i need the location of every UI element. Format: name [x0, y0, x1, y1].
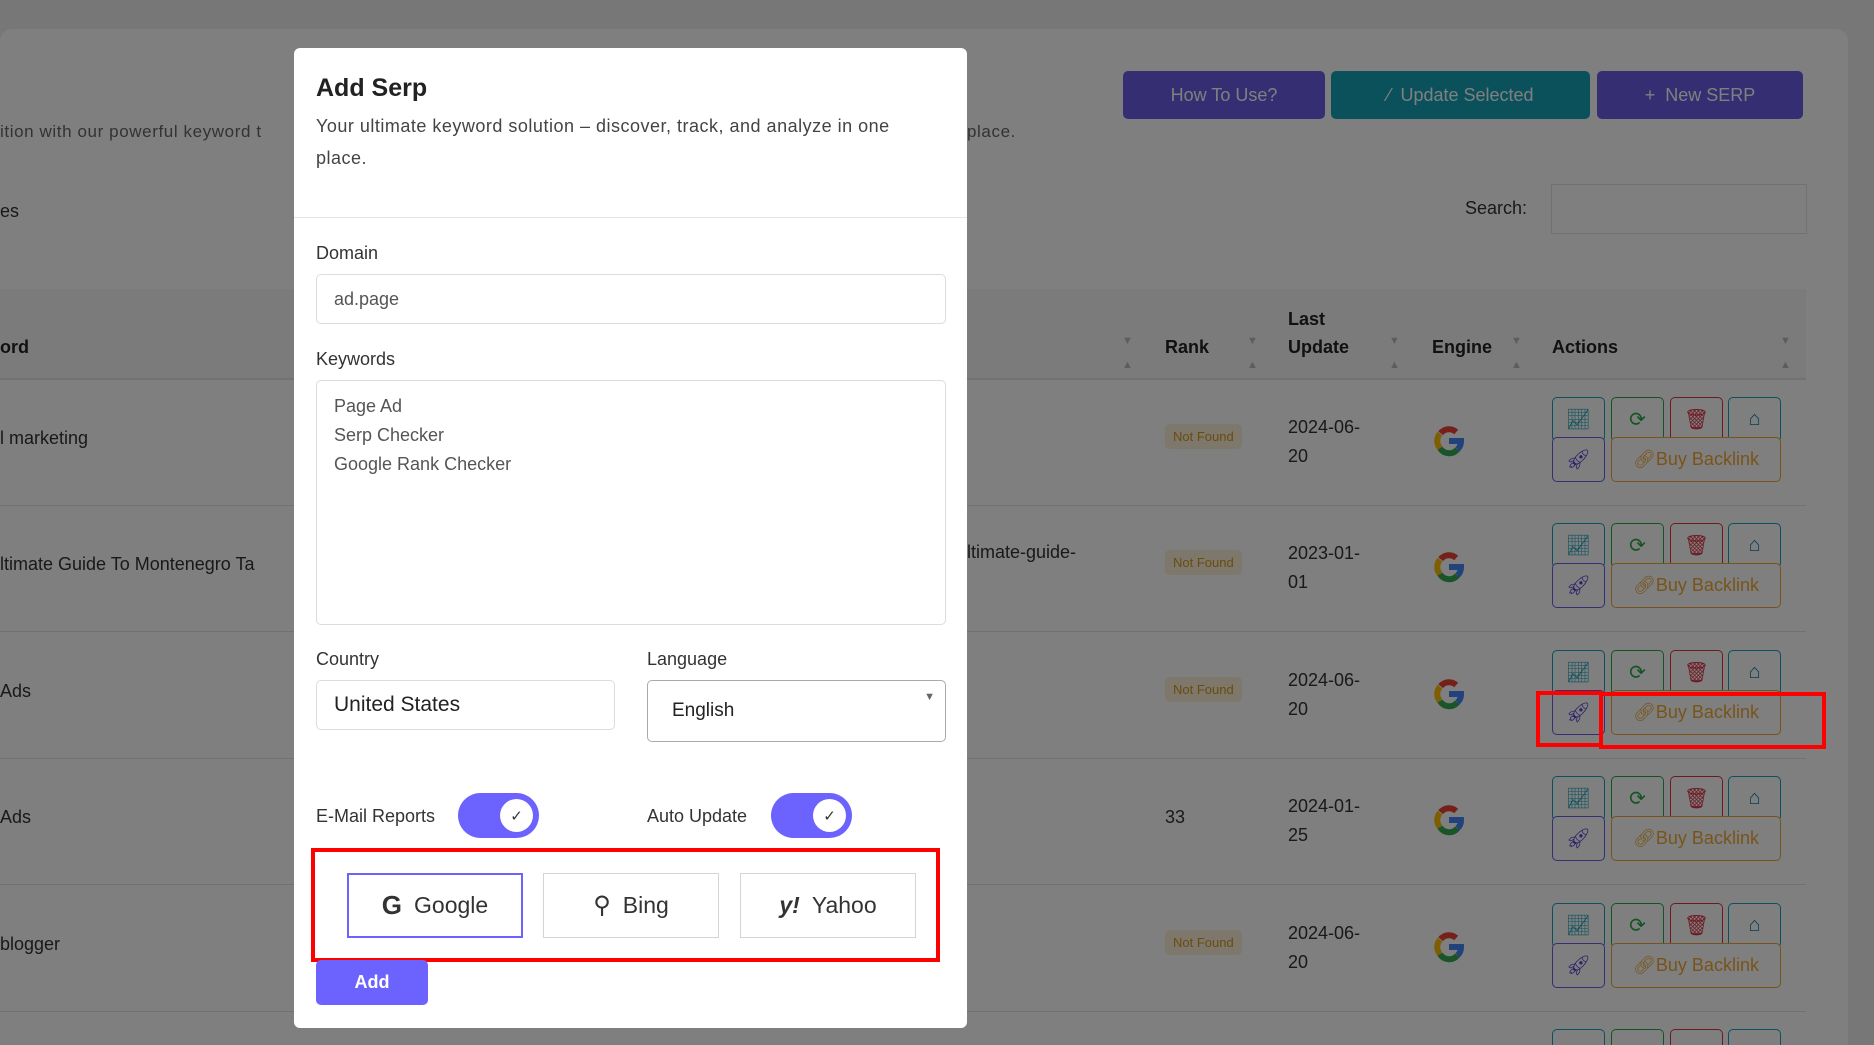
- language-select[interactable]: English ▼: [647, 680, 946, 742]
- engine-label: Google: [414, 892, 489, 918]
- auto-update-toggle[interactable]: ✓: [771, 793, 852, 838]
- language-value: English: [672, 700, 735, 721]
- engine-google-button[interactable]: G Google: [347, 873, 523, 938]
- chevron-down-icon: ▼: [924, 691, 935, 703]
- highlight-buy-backlink: [1599, 692, 1826, 749]
- keywords-label: Keywords: [316, 349, 396, 369]
- email-reports-toggle[interactable]: ✓: [458, 793, 539, 838]
- engine-label: Bing: [622, 892, 669, 918]
- engine-label: Yahoo: [811, 892, 877, 918]
- country-input[interactable]: United States: [316, 680, 615, 730]
- search-icon: ⚲: [593, 892, 611, 919]
- google-icon: G: [381, 890, 403, 920]
- check-icon: ✓: [500, 799, 533, 832]
- highlight-rocket: [1536, 691, 1603, 747]
- add-serp-modal: Add Serp Your ultimate keyword solution …: [294, 48, 967, 1028]
- keywords-textarea[interactable]: Page Ad Serp Checker Google Rank Checker: [316, 380, 946, 625]
- modal-title: Add Serp: [316, 74, 428, 102]
- language-label: Language: [647, 649, 728, 669]
- stage: ition with our powerful keyword t place.…: [0, 0, 1874, 1045]
- engine-bing-button[interactable]: ⚲ Bing: [543, 873, 719, 938]
- email-reports-label: E-Mail Reports: [316, 806, 436, 826]
- domain-label: Domain: [316, 243, 379, 263]
- domain-input[interactable]: ad.page: [316, 274, 946, 324]
- modal-description: Your ultimate keyword solution – discove…: [316, 116, 890, 168]
- auto-update-label: Auto Update: [647, 806, 748, 826]
- check-icon: ✓: [813, 799, 846, 832]
- engine-yahoo-button[interactable]: y! Yahoo: [740, 873, 916, 938]
- country-label: Country: [316, 649, 380, 669]
- add-button[interactable]: Add: [316, 960, 428, 1005]
- yahoo-icon: y!: [779, 892, 800, 918]
